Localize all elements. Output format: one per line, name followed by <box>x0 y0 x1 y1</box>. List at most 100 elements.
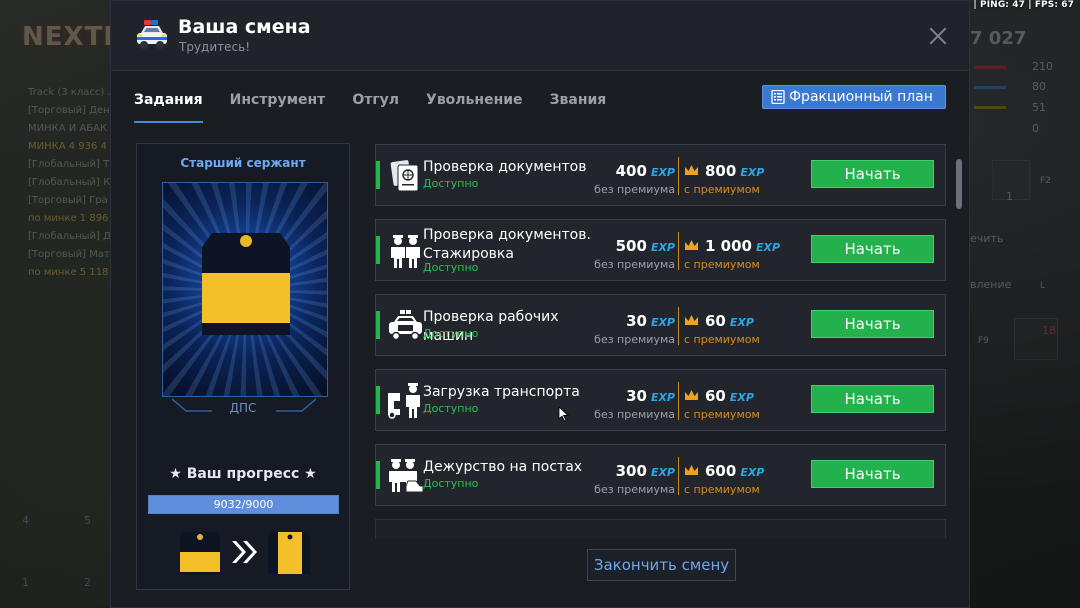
with-premium-label: с премиумом <box>684 333 760 346</box>
exp-divider <box>678 157 679 195</box>
task-name: Проверка документов <box>423 159 587 175</box>
exp-base-value: 30 <box>626 312 647 330</box>
tab-leave[interactable]: Отгул <box>352 89 399 123</box>
fraction-plan-label: Фракционный план <box>789 89 933 105</box>
mouse-cursor-icon <box>558 406 570 422</box>
rank-name: Старший сержант <box>180 156 306 170</box>
without-premium-label: без премиума <box>594 258 675 271</box>
with-premium-label: с премиумом <box>684 408 760 421</box>
tab-dismissal[interactable]: Увольнение <box>426 89 523 123</box>
modal-header: Ваша смена Трудитесь! <box>111 1 969 71</box>
end-shift-button[interactable]: Закончить смену <box>587 549 736 581</box>
task-list[interactable]: Проверка документов Доступно 400 EXP без пре… <box>375 143 947 539</box>
current-strap-icon <box>180 532 220 574</box>
exp-tag: EXP <box>650 391 675 404</box>
task-accent <box>376 461 380 489</box>
exp-base: 30 EXP <box>626 312 675 330</box>
crown-icon <box>685 390 698 400</box>
start-task-button[interactable]: Начать <box>811 385 934 413</box>
post-duty-icon <box>389 459 424 493</box>
with-premium-label: с премиумом <box>684 258 760 271</box>
exp-premium: 60 EXP <box>705 312 754 330</box>
without-premium-label: без премиума <box>594 183 675 196</box>
with-premium-label: с премиумом <box>684 483 760 496</box>
exp-tag: EXP <box>650 466 675 479</box>
exp-premium: 600 EXP <box>705 462 764 480</box>
task-status: Доступно <box>423 477 479 490</box>
task-row: Проверка рабочих машин Доступно 30 EXP без п… <box>375 294 946 356</box>
task-row-partial <box>375 519 946 539</box>
task-row: Проверка документов. Стажировка Доступно 5… <box>375 219 946 281</box>
task-status: Доступно <box>423 327 479 340</box>
exp-base-value: 400 <box>615 162 647 180</box>
exp-divider <box>678 307 679 345</box>
task-accent <box>376 236 380 264</box>
fraction-plan-button[interactable]: Фракционный план <box>762 85 946 109</box>
next-rank-preview <box>180 532 310 574</box>
exp-divider <box>678 382 679 420</box>
progress-text: 9032/9000 <box>213 498 274 511</box>
exp-base: 300 EXP <box>616 462 675 480</box>
task-status: Доступно <box>423 177 479 190</box>
exp-base-value: 500 <box>615 237 647 255</box>
rank-insignia-frame <box>162 182 328 397</box>
crown-icon <box>685 165 698 175</box>
exp-premium-value: 60 <box>705 312 726 330</box>
rank-faction: ДПС <box>229 401 257 415</box>
exp-tag: EXP <box>740 166 765 179</box>
documents-icon <box>390 160 419 192</box>
start-task-button[interactable]: Начать <box>811 460 934 488</box>
task-accent <box>376 386 380 414</box>
next-strap-icon <box>268 532 310 574</box>
police-car-icon <box>137 20 167 49</box>
start-task-button[interactable]: Начать <box>811 235 934 263</box>
crown-icon <box>685 465 698 475</box>
close-icon[interactable] <box>927 25 949 47</box>
crown-icon <box>685 240 698 250</box>
without-premium-label: без премиума <box>594 333 675 346</box>
arrows-icon <box>232 541 257 563</box>
without-premium-label: без премиума <box>594 483 675 496</box>
exp-tag: EXP <box>650 241 675 254</box>
task-accent <box>376 161 380 189</box>
progress-bar: 9032/9000 <box>148 495 339 514</box>
crown-icon <box>685 315 698 325</box>
task-status: Доступно <box>423 402 479 415</box>
tab-instrument[interactable]: Инструмент <box>230 89 326 123</box>
exp-tag: EXP <box>755 241 781 254</box>
start-task-button[interactable]: Начать <box>811 160 934 188</box>
exp-premium-value: 600 <box>705 462 737 480</box>
exp-base: 500 EXP <box>616 237 675 255</box>
police-car-icon <box>389 310 422 341</box>
without-premium-label: без премиума <box>594 408 675 421</box>
start-task-button[interactable]: Начать <box>811 310 934 338</box>
exp-tag: EXP <box>650 316 675 329</box>
tab-ranks[interactable]: Звания <box>550 89 607 123</box>
exp-tag: EXP <box>650 166 675 179</box>
exp-base: 30 EXP <box>626 387 675 405</box>
exp-premium: 800 EXP <box>705 162 764 180</box>
exp-tag: EXP <box>729 316 754 329</box>
exp-base-value: 300 <box>615 462 647 480</box>
tab-tasks[interactable]: Задания <box>134 89 203 123</box>
task-status: Доступно <box>423 261 479 274</box>
task-name: Загрузка транспорта <box>423 384 580 400</box>
task-name: Проверка документов. Стажировка <box>423 227 591 262</box>
task-row: Загрузка транспорта Доступно 30 EXP без прем… <box>375 369 946 431</box>
exp-base-value: 30 <box>626 387 647 405</box>
progress-title: ★ Ваш прогресс ★ <box>169 466 317 482</box>
modal-subtitle: Трудитесь! <box>179 40 250 54</box>
with-premium-label: с премиумом <box>684 183 760 196</box>
exp-premium: 60 EXP <box>705 387 754 405</box>
rank-card: Старший сержант ДПС ★ Ваш прогресс ★ 903… <box>136 143 350 590</box>
tab-bar: Задания Инструмент Отгул Увольнение Зван… <box>134 89 633 123</box>
shoulder-strap-icon <box>202 233 290 335</box>
exp-premium-value: 800 <box>705 162 737 180</box>
exp-tag: EXP <box>740 466 765 479</box>
task-accent <box>376 311 380 339</box>
loading-icon <box>388 383 420 419</box>
exp-premium-value: 1 000 <box>705 237 752 255</box>
exp-premium-value: 60 <box>705 387 726 405</box>
task-list-scrollbar[interactable] <box>956 159 962 209</box>
exp-premium: 1 000 EXP <box>705 237 780 255</box>
